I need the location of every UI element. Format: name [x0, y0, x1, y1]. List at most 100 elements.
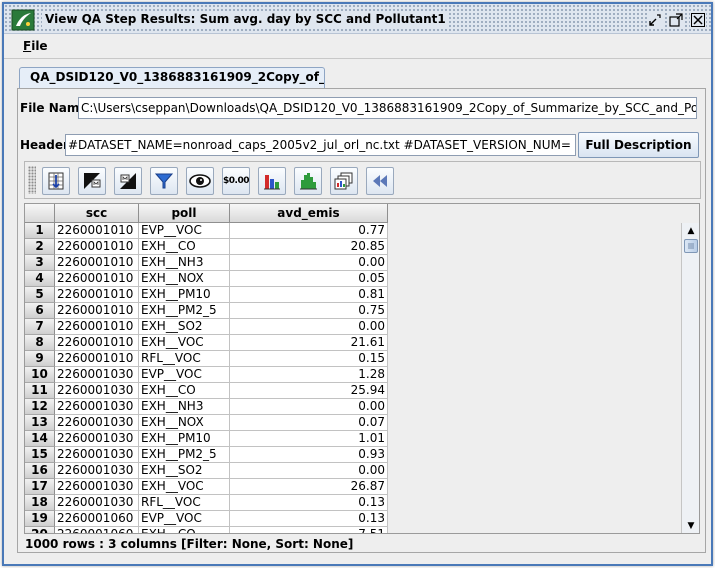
cell-scc[interactable]: 2260001030: [55, 463, 139, 479]
row-number[interactable]: 8: [25, 335, 55, 351]
cell-scc[interactable]: 2260001060: [55, 527, 139, 533]
cell-scc[interactable]: 2260001030: [55, 447, 139, 463]
cell-scc[interactable]: 2260001010: [55, 319, 139, 335]
cell-poll[interactable]: EXH__PM10: [139, 431, 230, 447]
table-row[interactable]: 17 2260001030 EXH__VOC 26.87: [25, 479, 388, 495]
table-row[interactable]: 18 2260001030 RFL__VOC 0.13: [25, 495, 388, 511]
minimize-icon[interactable]: [647, 12, 663, 28]
cell-scc[interactable]: 2260001030: [55, 415, 139, 431]
cell-scc[interactable]: 2260001010: [55, 271, 139, 287]
row-number[interactable]: 3: [25, 255, 55, 271]
row-number[interactable]: 4: [25, 271, 55, 287]
table-row[interactable]: 10 2260001030 EVP__VOC 1.28: [25, 367, 388, 383]
cell-scc[interactable]: 2260001030: [55, 479, 139, 495]
cell-avd-emis[interactable]: 21.61: [230, 335, 388, 351]
table-row[interactable]: 20 2260001060 EXH__CO 7.51: [25, 527, 388, 533]
row-number[interactable]: 15: [25, 447, 55, 463]
table-row[interactable]: 14 2260001030 EXH__PM10 1.01: [25, 431, 388, 447]
table-row[interactable]: 9 2260001010 RFL__VOC 0.15: [25, 351, 388, 367]
cell-poll[interactable]: EXH__CO: [139, 383, 230, 399]
cell-avd-emis[interactable]: 26.87: [230, 479, 388, 495]
row-number[interactable]: 1: [25, 223, 55, 239]
cell-scc[interactable]: 2260001030: [55, 367, 139, 383]
copy-windows-icon[interactable]: [330, 167, 358, 195]
view-icon[interactable]: [186, 167, 214, 195]
cell-scc[interactable]: 2260001010: [55, 223, 139, 239]
cell-poll[interactable]: EXH__NH3: [139, 399, 230, 415]
cell-avd-emis[interactable]: 0.00: [230, 319, 388, 335]
cell-poll[interactable]: EXH__SO2: [139, 319, 230, 335]
cell-avd-emis[interactable]: 25.94: [230, 383, 388, 399]
table-row[interactable]: 7 2260001010 EXH__SO2 0.00: [25, 319, 388, 335]
cell-avd-emis[interactable]: 0.15: [230, 351, 388, 367]
column-header-avd-emis[interactable]: avd_emis: [230, 204, 388, 223]
cell-scc[interactable]: 2260001010: [55, 255, 139, 271]
row-number[interactable]: 11: [25, 383, 55, 399]
cell-poll[interactable]: EVP__VOC: [139, 223, 230, 239]
full-description-button[interactable]: Full Description: [578, 132, 699, 158]
cell-poll[interactable]: EXH__VOC: [139, 479, 230, 495]
table-row[interactable]: 8 2260001010 EXH__VOC 21.61: [25, 335, 388, 351]
cell-avd-emis[interactable]: 0.00: [230, 255, 388, 271]
scroll-up-icon[interactable]: ▲: [682, 223, 699, 239]
cell-avd-emis[interactable]: 20.85: [230, 239, 388, 255]
histogram-icon[interactable]: [294, 167, 322, 195]
row-number[interactable]: 10: [25, 367, 55, 383]
cell-scc[interactable]: 2260001030: [55, 383, 139, 399]
reset-format-icon[interactable]: [114, 167, 142, 195]
cell-avd-emis[interactable]: 0.13: [230, 511, 388, 527]
cell-poll[interactable]: EXH__NOX: [139, 415, 230, 431]
cell-poll[interactable]: EXH__NH3: [139, 255, 230, 271]
cell-avd-emis[interactable]: 0.13: [230, 495, 388, 511]
cell-scc[interactable]: 2260001010: [55, 351, 139, 367]
table-row[interactable]: 4 2260001010 EXH__NOX 0.05: [25, 271, 388, 287]
cell-avd-emis[interactable]: 0.00: [230, 463, 388, 479]
cell-scc[interactable]: 2260001060: [55, 511, 139, 527]
cell-avd-emis[interactable]: 0.75: [230, 303, 388, 319]
cell-scc[interactable]: 2260001010: [55, 335, 139, 351]
table-row[interactable]: 15 2260001030 EXH__PM2_5 0.93: [25, 447, 388, 463]
row-number[interactable]: 2: [25, 239, 55, 255]
bar-chart-icon[interactable]: [258, 167, 286, 195]
cell-avd-emis[interactable]: 0.77: [230, 223, 388, 239]
table-row[interactable]: 16 2260001030 EXH__SO2 0.00: [25, 463, 388, 479]
cell-scc[interactable]: 2260001010: [55, 303, 139, 319]
row-number[interactable]: 16: [25, 463, 55, 479]
column-header-scc[interactable]: scc: [55, 204, 139, 223]
table-row[interactable]: 2 2260001010 EXH__CO 20.85: [25, 239, 388, 255]
table-row[interactable]: 3 2260001010 EXH__NH3 0.00: [25, 255, 388, 271]
cell-poll[interactable]: EXH__PM2_5: [139, 303, 230, 319]
column-header-poll[interactable]: poll: [139, 204, 230, 223]
cell-poll[interactable]: EXH__SO2: [139, 463, 230, 479]
header-field[interactable]: #DATASET_NAME=nonroad_caps_2005v2_jul_or…: [65, 134, 576, 156]
vertical-scrollbar[interactable]: ▲ ▼: [681, 223, 699, 533]
scrollbar-thumb[interactable]: [684, 239, 698, 253]
cell-poll[interactable]: EXH__VOC: [139, 335, 230, 351]
close-icon[interactable]: [690, 12, 706, 28]
cell-avd-emis[interactable]: 1.28: [230, 367, 388, 383]
number-format-icon[interactable]: $0.00: [222, 167, 250, 195]
row-number[interactable]: 20: [25, 527, 55, 533]
cell-avd-emis[interactable]: 0.07: [230, 415, 388, 431]
cell-poll[interactable]: EXH__CO: [139, 239, 230, 255]
cell-poll[interactable]: EXH__NOX: [139, 271, 230, 287]
row-number[interactable]: 9: [25, 351, 55, 367]
cell-scc[interactable]: 2260001010: [55, 239, 139, 255]
cell-avd-emis[interactable]: 1.01: [230, 431, 388, 447]
cell-scc[interactable]: 2260001010: [55, 287, 139, 303]
table-row[interactable]: 12 2260001030 EXH__NH3 0.00: [25, 399, 388, 415]
cell-scc[interactable]: 2260001030: [55, 399, 139, 415]
cell-poll[interactable]: EXH__PM2_5: [139, 447, 230, 463]
row-number[interactable]: 13: [25, 415, 55, 431]
table-row[interactable]: 5 2260001010 EXH__PM10 0.81: [25, 287, 388, 303]
table-row[interactable]: 11 2260001030 EXH__CO 25.94: [25, 383, 388, 399]
cell-avd-emis[interactable]: 0.05: [230, 271, 388, 287]
cell-avd-emis[interactable]: 0.93: [230, 447, 388, 463]
row-number[interactable]: 5: [25, 287, 55, 303]
row-number[interactable]: 18: [25, 495, 55, 511]
toolbar-grip-icon[interactable]: [28, 166, 36, 194]
file-menu[interactable]: File: [23, 39, 48, 53]
filter-icon[interactable]: [150, 167, 178, 195]
row-number[interactable]: 19: [25, 511, 55, 527]
row-number[interactable]: 6: [25, 303, 55, 319]
